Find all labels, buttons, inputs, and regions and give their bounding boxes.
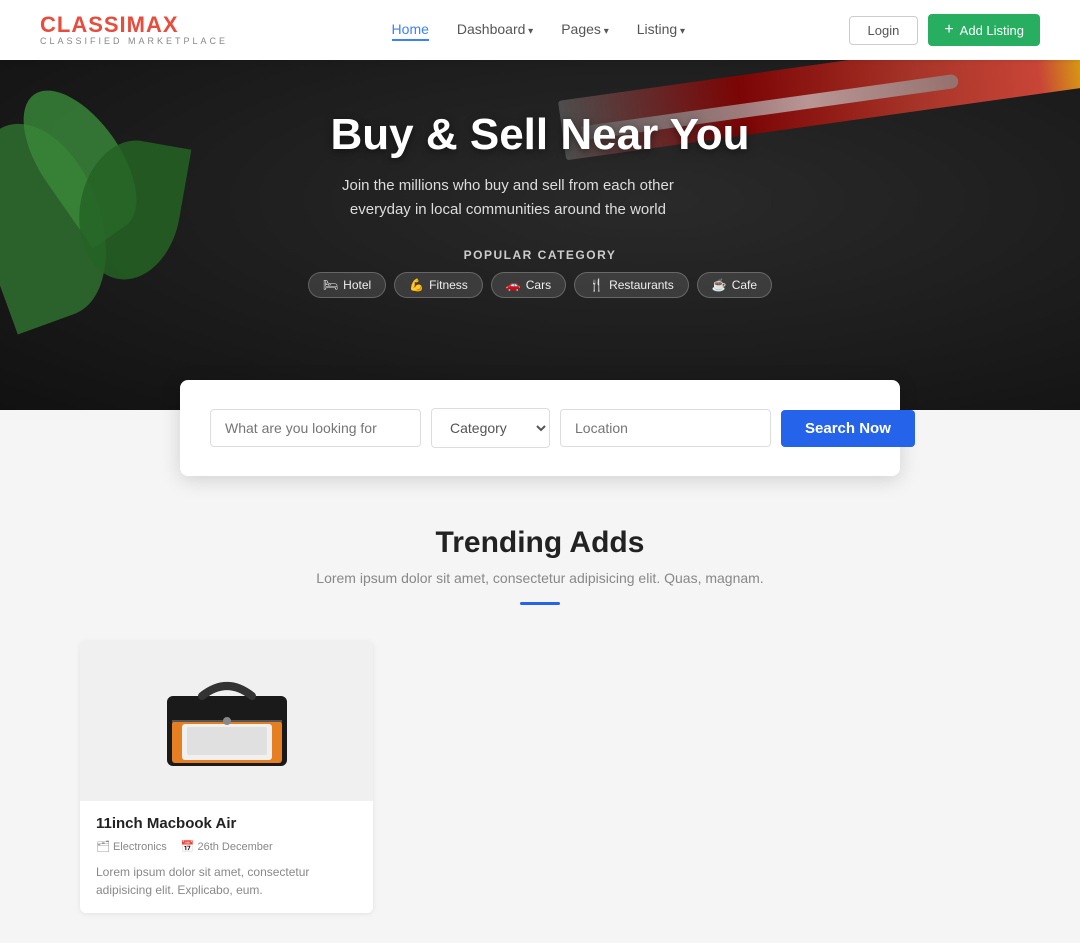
nav-actions: Login + Add Listing bbox=[849, 14, 1040, 46]
hero-subtitle: Join the millions who buy and sell from … bbox=[308, 174, 708, 222]
logo-text-main: CLASSIMA bbox=[40, 12, 163, 37]
calendar-icon: 📅 bbox=[181, 840, 195, 853]
nav-link-listing[interactable]: Listing bbox=[637, 21, 685, 37]
card-image-1 bbox=[80, 641, 373, 801]
add-listing-label: Add Listing bbox=[960, 23, 1024, 38]
pill-hotel-label: Hotel bbox=[343, 278, 371, 292]
pill-fitness-label: Fitness bbox=[429, 278, 468, 292]
card-body-1: 11inch Macbook Air 🗂 Electronics 📅 26th … bbox=[80, 801, 373, 913]
card-date-1: 📅 26th December bbox=[181, 840, 273, 853]
trending-section: Trending Adds Lorem ipsum dolor sit amet… bbox=[0, 476, 1080, 943]
pill-cafe[interactable]: ☕ Cafe bbox=[697, 272, 772, 298]
card-category-1: 🗂 Electronics bbox=[96, 840, 167, 853]
plus-icon: + bbox=[944, 21, 953, 39]
navbar: CLASSIMAX Classified Marketplace Home Da… bbox=[0, 0, 1080, 60]
card-title-1: 11inch Macbook Air bbox=[96, 815, 357, 832]
category-pills: 🛏 Hotel 💪 Fitness 🚗 Cars 🍴 Restaurants ☕… bbox=[308, 272, 772, 298]
hero-content: Buy & Sell Near You Join the millions wh… bbox=[308, 110, 772, 298]
hero-subtitle-line1: Join the millions who buy and sell from … bbox=[342, 177, 674, 194]
macbook-bag-illustration bbox=[157, 666, 297, 776]
pill-cars[interactable]: 🚗 Cars bbox=[491, 272, 566, 298]
search-button[interactable]: Search Now bbox=[781, 410, 915, 447]
product-card-1[interactable]: 11inch Macbook Air 🗂 Electronics 📅 26th … bbox=[80, 641, 373, 913]
search-keyword-input[interactable] bbox=[210, 409, 421, 447]
nav-link-home[interactable]: Home bbox=[392, 21, 429, 41]
cards-grid: 11inch Macbook Air 🗂 Electronics 📅 26th … bbox=[80, 641, 1000, 913]
nav-item-dashboard[interactable]: Dashboard bbox=[457, 21, 533, 39]
logo-title: CLASSIMAX bbox=[40, 13, 228, 37]
nav-item-home[interactable]: Home bbox=[392, 21, 429, 39]
pill-restaurants[interactable]: 🍴 Restaurants bbox=[574, 272, 689, 298]
login-button[interactable]: Login bbox=[849, 16, 919, 45]
trending-divider bbox=[520, 602, 560, 605]
nav-link-dashboard[interactable]: Dashboard bbox=[457, 21, 533, 37]
category-select[interactable]: Category Electronics Vehicles Property S… bbox=[431, 408, 550, 448]
location-input[interactable] bbox=[560, 409, 771, 447]
card-meta-1: 🗂 Electronics 📅 26th December bbox=[96, 840, 357, 853]
pill-hotel[interactable]: 🛏 Hotel bbox=[308, 272, 386, 298]
search-bar: Category Electronics Vehicles Property S… bbox=[180, 380, 900, 476]
nav-item-pages[interactable]: Pages bbox=[561, 21, 609, 39]
pill-fitness[interactable]: 💪 Fitness bbox=[394, 272, 483, 298]
logo-subtitle: Classified Marketplace bbox=[40, 37, 228, 47]
pill-restaurants-label: Restaurants bbox=[609, 278, 674, 292]
trending-subtitle: Lorem ipsum dolor sit amet, consectetur … bbox=[80, 570, 1000, 586]
hero-subtitle-line2: everyday in local communities around the… bbox=[350, 201, 666, 218]
category-icon: 🗂 bbox=[96, 840, 110, 853]
nav-link-pages[interactable]: Pages bbox=[561, 21, 609, 37]
pill-cars-label: Cars bbox=[526, 278, 551, 292]
popular-label: POPULAR CATEGORY bbox=[308, 248, 772, 262]
hero-section: Buy & Sell Near You Join the millions wh… bbox=[0, 60, 1080, 410]
trending-title: Trending Adds bbox=[80, 526, 1000, 560]
card-description-1: Lorem ipsum dolor sit amet, consectetur … bbox=[96, 863, 357, 899]
search-bar-wrapper: Category Electronics Vehicles Property S… bbox=[0, 380, 1080, 476]
site-logo[interactable]: CLASSIMAX Classified Marketplace bbox=[40, 13, 228, 47]
nav-item-listing[interactable]: Listing bbox=[637, 21, 685, 39]
hero-title: Buy & Sell Near You bbox=[308, 110, 772, 160]
add-listing-button[interactable]: + Add Listing bbox=[928, 14, 1040, 46]
logo-text-x: X bbox=[163, 12, 179, 37]
pill-cafe-label: Cafe bbox=[732, 278, 757, 292]
nav-links: Home Dashboard Pages Listing bbox=[392, 21, 685, 39]
